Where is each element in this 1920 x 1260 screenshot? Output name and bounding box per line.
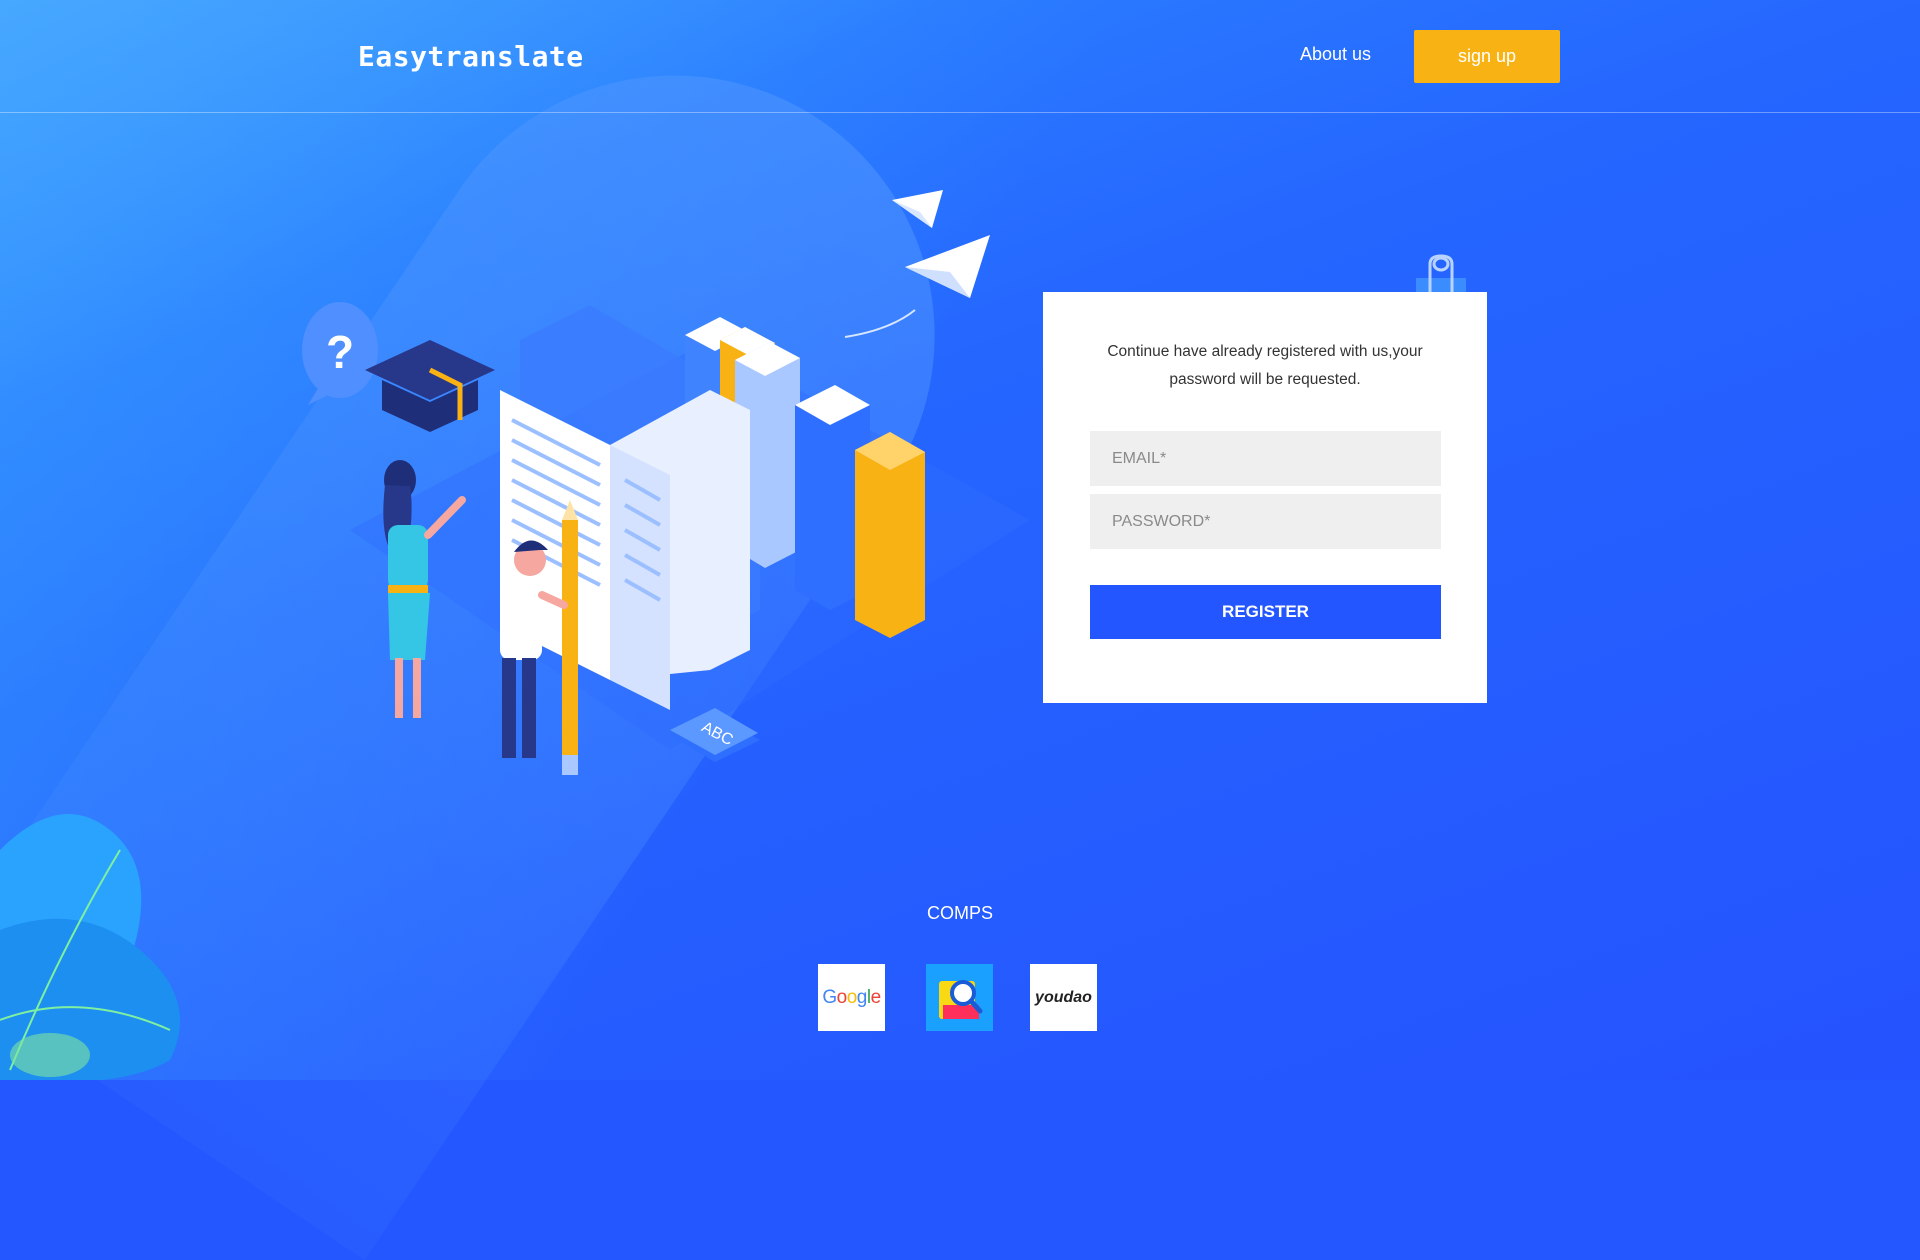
logo[interactable]: Easytranslate (358, 40, 584, 73)
graduation-cap-icon (365, 340, 495, 432)
youdao-logo: youdao (1035, 988, 1092, 1006)
plant-decoration (0, 814, 180, 1080)
question-bubble-icon: ? (302, 302, 378, 405)
search-app-comp-tile[interactable] (926, 964, 993, 1031)
search-app-icon (938, 979, 982, 1019)
register-description: Continue have already registered with us… (1107, 343, 1423, 388)
paper-plane-large-icon (844, 235, 990, 338)
education-illustration: ? ABC (302, 190, 1030, 775)
nav-about-us-link[interactable]: About us (1300, 44, 1371, 65)
password-field[interactable] (1090, 494, 1441, 549)
google-comp-tile[interactable]: Google (818, 964, 885, 1031)
question-mark-text: ? (326, 326, 354, 378)
email-field[interactable] (1090, 431, 1441, 486)
register-card: Continue have already registered with us… (1043, 292, 1487, 703)
google-logo: Google (822, 986, 881, 1008)
pencil-icon (562, 500, 578, 775)
register-button[interactable]: REGISTER (1090, 585, 1441, 639)
paper-plane-icon (892, 190, 943, 228)
sign-up-button[interactable]: sign up (1414, 30, 1560, 83)
comps-title: COMPS (926, 903, 993, 923)
top-header: Easytranslate About us sign up (0, 0, 1920, 113)
youdao-comp-tile[interactable]: youdao (1030, 964, 1097, 1031)
